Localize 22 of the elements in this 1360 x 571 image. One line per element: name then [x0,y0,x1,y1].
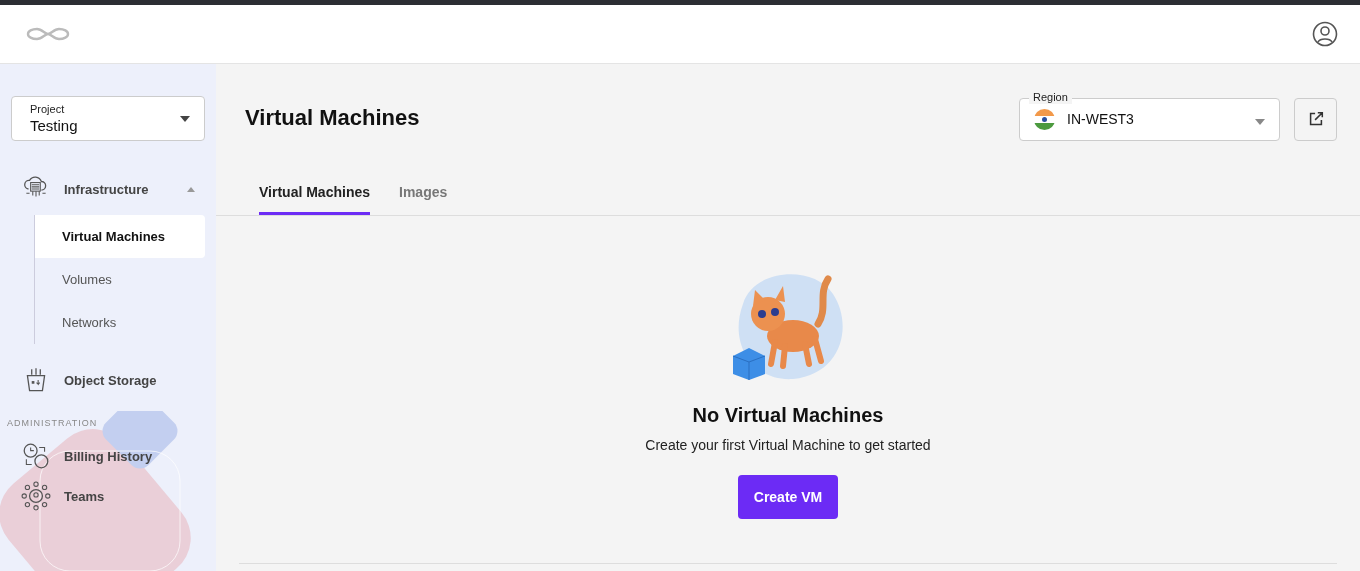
section-label: ADMINISTRATION [7,418,99,428]
empty-state-text: Create your first Virtual Machine to get started [645,437,931,453]
nav-subitem[interactable]: Volumes [35,258,205,301]
nav-item[interactable]: Infrastructure [11,169,205,209]
caret-icon [1255,118,1265,125]
clock-coin-icon [21,441,51,471]
network-people-icon [21,481,51,511]
tab[interactable]: Images [399,172,448,215]
nav-item[interactable]: Billing History [11,436,205,476]
user-avatar-icon[interactable] [1312,21,1338,47]
page-title: Virtual Machines [245,105,420,131]
project-select[interactable]: Project Testing [11,96,205,141]
tab[interactable]: Virtual Machines [259,172,370,215]
empty-state-title: No Virtual Machines [692,404,884,427]
infinity-logo [25,26,71,42]
nav-item[interactable]: Teams [11,476,205,516]
create-vm-button[interactable]: Create VM [737,475,839,519]
external-link-button[interactable] [1294,97,1337,141]
caret-icon [180,116,190,122]
nav-subitem[interactable]: Virtual Machines [35,215,205,258]
nav-item[interactable]: Object Storage [11,360,205,400]
nav-subitem[interactable]: Networks [35,301,205,344]
